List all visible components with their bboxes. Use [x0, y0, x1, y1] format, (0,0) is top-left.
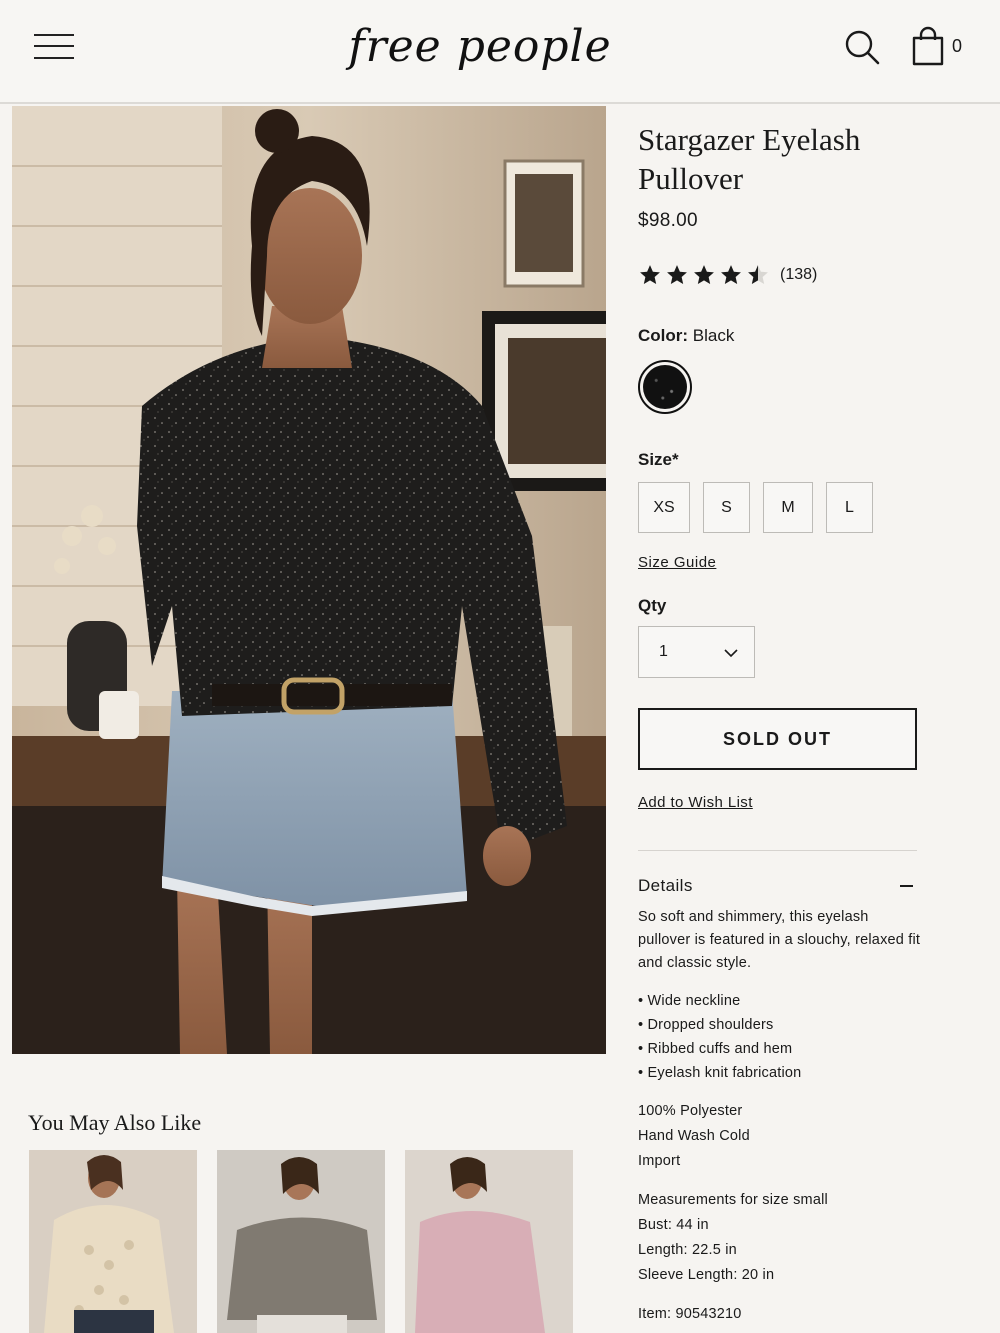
star-icon [748, 265, 768, 285]
swatch-fill [643, 365, 687, 409]
details-description: So soft and shimmery, this eyelash pullo… [638, 909, 921, 971]
size-label: Size* [638, 450, 679, 469]
color-label-key: Color: [638, 326, 689, 345]
star-icon [694, 265, 714, 285]
star-icon [721, 265, 741, 285]
star-icon [667, 265, 687, 285]
rating-stars [638, 264, 770, 286]
product-info: Stargazer Eyelash Pullover $98.00 (138) … [638, 120, 928, 1322]
measurement-length: Length: 22.5 in [638, 1242, 737, 1258]
details-title: Details [638, 876, 693, 895]
star-icon [640, 265, 660, 285]
product-price: $98.00 [638, 210, 698, 231]
product-title: Stargazer Eyelash Pullover [638, 122, 861, 196]
site-header: free people 0 [0, 0, 1000, 104]
shopping-bag-icon[interactable] [910, 26, 946, 66]
material: 100% Polyester [638, 1103, 743, 1119]
review-count: (138) [780, 266, 818, 283]
bullet-item: Ribbed cuffs and hem [638, 1037, 923, 1061]
minus-icon[interactable] [900, 885, 913, 887]
logo-text: free people [348, 20, 612, 72]
chevron-down-icon [724, 649, 738, 658]
fabric-care: 100% Polyester Hand Wash Cold Import [638, 1099, 923, 1174]
brand-logo[interactable]: free people [340, 10, 620, 82]
product-rating[interactable]: (138) [638, 264, 817, 286]
details-bullets: Wide neckline Dropped shoulders Ribbed c… [638, 989, 923, 1085]
sold-out-button[interactable]: SOLD OUT [638, 708, 917, 770]
size-option-s[interactable]: S [703, 482, 750, 533]
search-icon[interactable] [843, 28, 881, 66]
size-option-l[interactable]: L [826, 482, 873, 533]
qty-select[interactable]: 1 [638, 626, 755, 678]
bullet-item: Wide neckline [638, 989, 923, 1013]
color-value: Black [692, 326, 735, 345]
bullet-item: Dropped shoulders [638, 1013, 923, 1037]
size-option-m[interactable]: M [763, 482, 813, 533]
recommendation-image [217, 1150, 385, 1333]
add-to-wishlist-link[interactable]: Add to Wish List [638, 794, 753, 811]
recommendation-card[interactable] [217, 1150, 385, 1333]
recommendation-image [405, 1150, 573, 1333]
recommendations-title: You May Also Like [28, 1110, 202, 1135]
divider [638, 850, 917, 851]
product-main-image[interactable] [12, 106, 606, 1054]
care: Hand Wash Cold [638, 1128, 750, 1144]
details-accordion-toggle[interactable]: Details [638, 876, 917, 898]
size-options: XS S M L [638, 482, 886, 533]
origin: Import [638, 1153, 681, 1169]
menu-icon[interactable] [34, 30, 74, 62]
measurement-bust: Bust: 44 in [638, 1217, 709, 1233]
qty-label: Qty [638, 596, 667, 615]
measurements-title: Measurements for size small [638, 1192, 828, 1208]
recommendation-image [29, 1150, 197, 1333]
measurement-sleeve: Sleeve Length: 20 in [638, 1267, 775, 1283]
size-guide-link[interactable]: Size Guide [638, 554, 716, 571]
bag-count: 0 [952, 36, 963, 56]
qty-value: 1 [659, 643, 668, 660]
product-photo [12, 106, 606, 1054]
color-swatch-black[interactable] [638, 360, 692, 414]
details-content: So soft and shimmery, this eyelash pullo… [638, 906, 923, 1327]
color-label: Color: Black [638, 326, 734, 346]
size-option-xs[interactable]: XS [638, 482, 690, 533]
item-number: Item: 90543210 [638, 1306, 742, 1322]
recommendation-card[interactable] [29, 1150, 197, 1333]
measurements: Measurements for size small Bust: 44 in … [638, 1188, 923, 1288]
recommendation-card[interactable] [405, 1150, 573, 1333]
bullet-item: Eyelash knit fabrication [638, 1061, 923, 1085]
